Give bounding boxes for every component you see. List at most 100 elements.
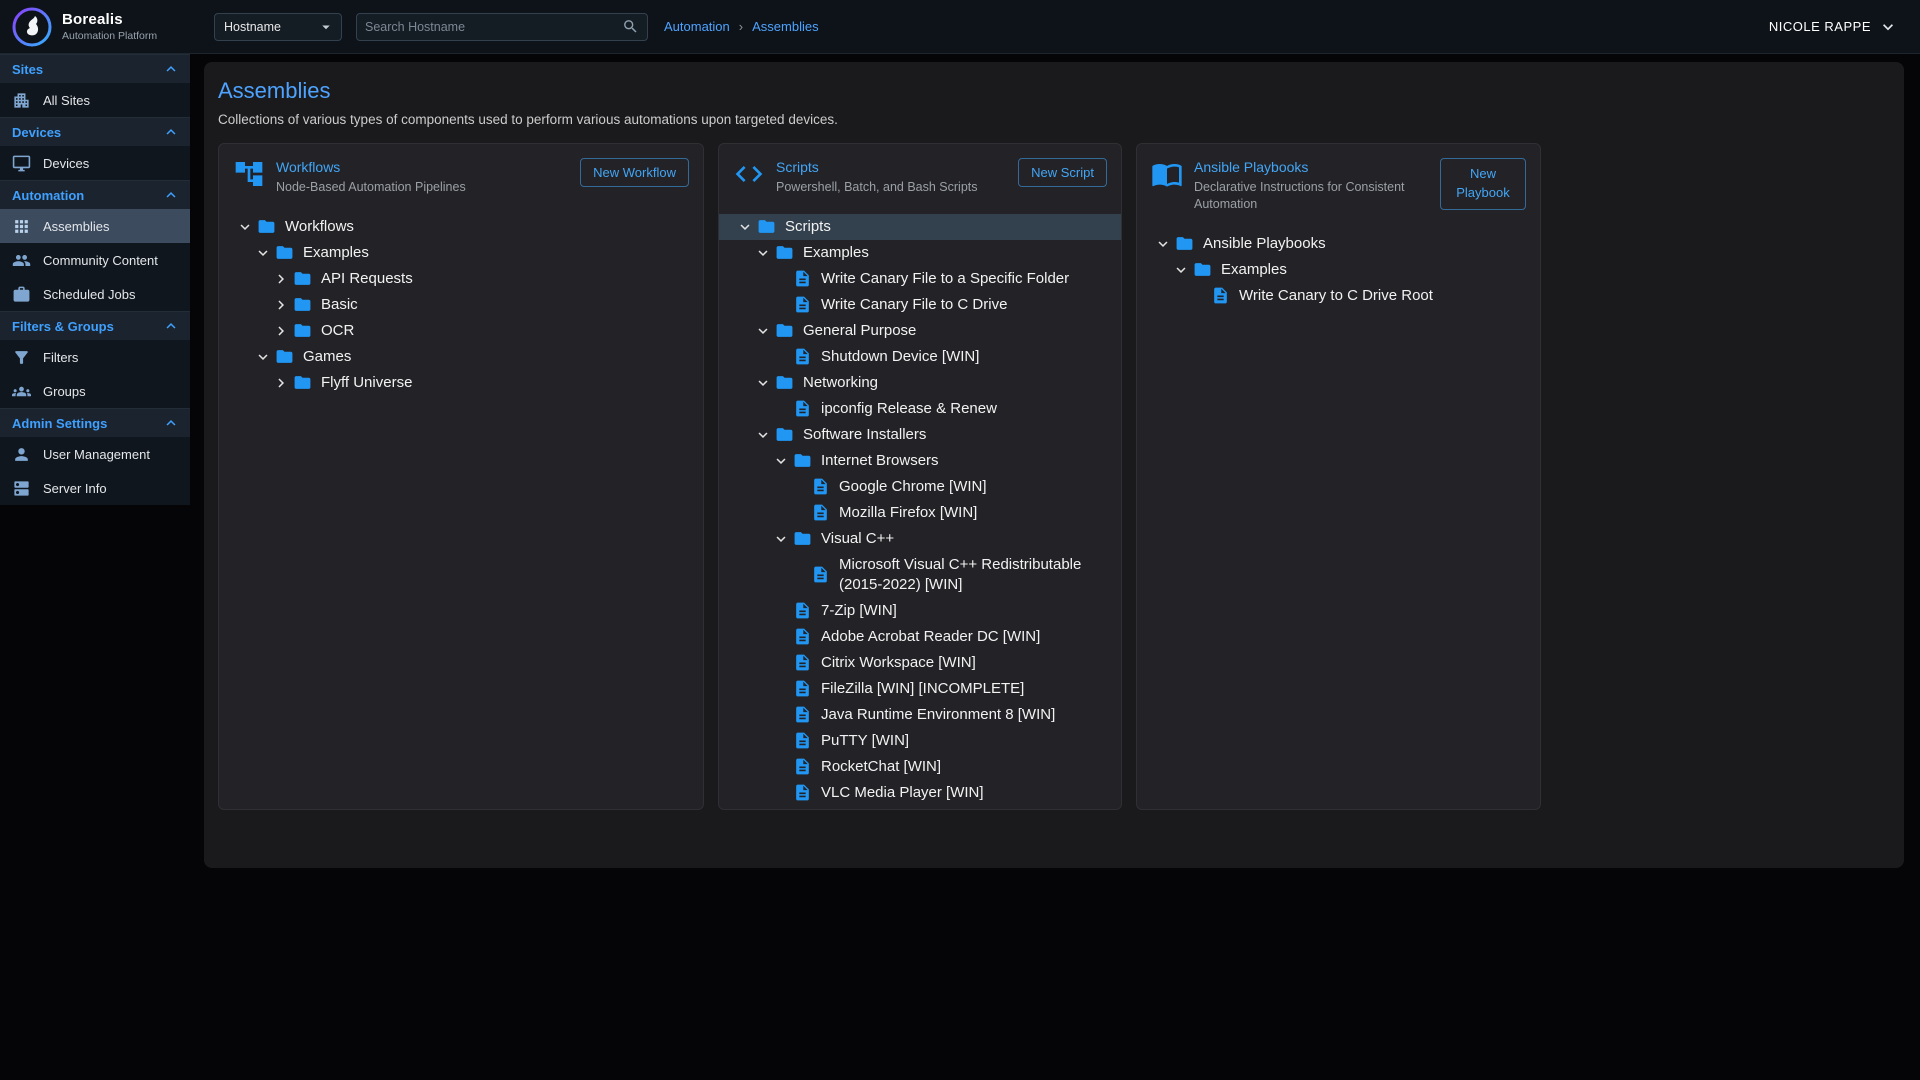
chevron-down-icon[interactable] bbox=[253, 243, 273, 263]
sidebar-item-groups[interactable]: Groups bbox=[0, 374, 190, 408]
sidebar-item-devices[interactable]: Devices bbox=[0, 146, 190, 180]
tree-item[interactable]: Workflows bbox=[219, 214, 703, 240]
page-description: Collections of various types of componen… bbox=[218, 112, 1890, 127]
sidebar-item-scheduled-jobs[interactable]: Scheduled Jobs bbox=[0, 277, 190, 311]
file-icon bbox=[793, 705, 814, 725]
chevron-spacer bbox=[771, 757, 791, 777]
chevron-down-icon[interactable] bbox=[753, 373, 773, 393]
tree-item-selected[interactable]: Scripts bbox=[719, 214, 1121, 240]
scripts-card-subtitle: Powershell, Batch, and Bash Scripts bbox=[776, 179, 1007, 196]
chevron-down-icon[interactable] bbox=[753, 425, 773, 445]
tree-item[interactable]: Flyff Universe bbox=[219, 370, 703, 396]
tree-item[interactable]: Examples bbox=[1137, 257, 1540, 283]
tree-item[interactable]: Networking bbox=[719, 370, 1121, 396]
tree-item[interactable]: Basic bbox=[219, 292, 703, 318]
tree-item[interactable]: ipconfig Release & Renew bbox=[719, 396, 1121, 422]
tree-item[interactable]: Write Canary File to C Drive bbox=[719, 292, 1121, 318]
sidebar-section-automation[interactable]: Automation bbox=[0, 180, 190, 209]
sidebar-item-community-content[interactable]: Community Content bbox=[0, 243, 190, 277]
tree-item[interactable]: Examples bbox=[219, 240, 703, 266]
folder-icon bbox=[793, 529, 814, 549]
sidebar-item-server-info[interactable]: Server Info bbox=[0, 471, 190, 505]
tree-item[interactable]: Examples bbox=[719, 240, 1121, 266]
chevron-down-icon[interactable] bbox=[1153, 234, 1173, 254]
chevron-up-icon bbox=[162, 317, 180, 335]
chevron-spacer bbox=[771, 269, 791, 289]
chevron-down-icon[interactable] bbox=[1171, 260, 1191, 280]
chevron-down-icon[interactable] bbox=[253, 347, 273, 367]
brand-tagline: Automation Platform bbox=[62, 30, 157, 42]
chevron-spacer bbox=[789, 565, 809, 585]
new-script-button[interactable]: New Script bbox=[1018, 158, 1107, 187]
tree-item[interactable]: RocketChat [WIN] bbox=[719, 754, 1121, 780]
tree-item[interactable]: PuTTY [WIN] bbox=[719, 728, 1121, 754]
chevron-down-icon[interactable] bbox=[735, 217, 755, 237]
folder-icon bbox=[257, 217, 278, 237]
tree-item[interactable]: Software Installers bbox=[719, 422, 1121, 448]
sidebar-section-sites[interactable]: Sites bbox=[0, 54, 190, 83]
tree-item[interactable]: Google Chrome [WIN] bbox=[719, 474, 1121, 500]
tree-item[interactable]: Mozilla Firefox [WIN] bbox=[719, 500, 1121, 526]
hostname-search[interactable] bbox=[356, 13, 648, 41]
breadcrumb-automation[interactable]: Automation bbox=[664, 19, 730, 34]
workflows-card-subtitle: Node-Based Automation Pipelines bbox=[276, 179, 569, 196]
brand-text: Borealis Automation Platform bbox=[62, 11, 157, 42]
tree-item[interactable]: OCR bbox=[219, 318, 703, 344]
tree-item[interactable]: FileZilla [WIN] [INCOMPLETE] bbox=[719, 676, 1121, 702]
people-icon bbox=[12, 251, 31, 270]
sidebar-section-devices[interactable]: Devices bbox=[0, 117, 190, 146]
tree-item[interactable]: Games bbox=[219, 344, 703, 370]
tree-item[interactable]: Write Canary to C Drive Root bbox=[1137, 283, 1540, 309]
sidebar: Sites All Sites Devices Devices Automati… bbox=[0, 54, 190, 505]
main-panel: Assemblies Collections of various types … bbox=[204, 62, 1904, 868]
tree-item[interactable]: Visual C++ bbox=[719, 526, 1121, 552]
sidebar-item-assemblies[interactable]: Assemblies bbox=[0, 209, 190, 243]
search-input[interactable] bbox=[365, 20, 622, 34]
tree-item[interactable]: Adobe Acrobat Reader DC [WIN] bbox=[719, 624, 1121, 650]
sidebar-item-all-sites[interactable]: All Sites bbox=[0, 83, 190, 117]
tree-item[interactable]: API Requests bbox=[219, 266, 703, 292]
new-playbook-button[interactable]: New Playbook bbox=[1440, 158, 1526, 210]
chevron-down-icon[interactable] bbox=[771, 529, 791, 549]
file-icon bbox=[811, 477, 832, 497]
playbooks-card-title: Ansible Playbooks bbox=[1194, 159, 1429, 175]
chevron-right-icon[interactable] bbox=[271, 269, 291, 289]
tree-item[interactable]: Internet Browsers bbox=[719, 448, 1121, 474]
sidebar-section-admin-settings[interactable]: Admin Settings bbox=[0, 408, 190, 437]
chevron-spacer bbox=[771, 783, 791, 803]
briefcase-icon bbox=[12, 285, 31, 304]
workflow-icon bbox=[233, 158, 265, 190]
tree-item[interactable]: Java Runtime Environment 8 [WIN] bbox=[719, 702, 1121, 728]
chevron-spacer bbox=[789, 477, 809, 497]
workflows-card-header: Workflows Node-Based Automation Pipeline… bbox=[219, 144, 703, 208]
tree-item[interactable]: Citrix Workspace [WIN] bbox=[719, 650, 1121, 676]
sidebar-item-user-management[interactable]: User Management bbox=[0, 437, 190, 471]
breadcrumb-assemblies[interactable]: Assemblies bbox=[752, 19, 818, 34]
sidebar-section-filters-groups[interactable]: Filters & Groups bbox=[0, 311, 190, 340]
user-menu[interactable]: NICOLE RAPPE bbox=[1769, 17, 1920, 37]
chevron-right-icon[interactable] bbox=[271, 295, 291, 315]
chevron-right-icon[interactable] bbox=[271, 321, 291, 341]
book-icon bbox=[1151, 158, 1183, 190]
new-workflow-button[interactable]: New Workflow bbox=[580, 158, 689, 187]
top-bar: Borealis Automation Platform Hostname Au… bbox=[0, 0, 1920, 54]
chevron-down-icon[interactable] bbox=[235, 217, 255, 237]
tree-item[interactable]: 7-Zip [WIN] bbox=[719, 598, 1121, 624]
tree-item[interactable]: General Purpose bbox=[719, 318, 1121, 344]
tree-item[interactable]: VLC Media Player [WIN] bbox=[719, 780, 1121, 806]
tree-item[interactable]: Write Canary File to a Specific Folder bbox=[719, 266, 1121, 292]
chevron-down-icon[interactable] bbox=[771, 451, 791, 471]
hostname-select[interactable]: Hostname bbox=[214, 13, 342, 41]
sidebar-item-filters[interactable]: Filters bbox=[0, 340, 190, 374]
tree-item[interactable]: Shutdown Device [WIN] bbox=[719, 344, 1121, 370]
chevron-right-icon[interactable] bbox=[271, 373, 291, 393]
chevron-down-icon[interactable] bbox=[753, 321, 773, 341]
chevron-down-icon[interactable] bbox=[753, 243, 773, 263]
scripts-card: Scripts Powershell, Batch, and Bash Scri… bbox=[718, 143, 1122, 810]
folder-icon bbox=[1193, 260, 1214, 280]
tree-item[interactable]: Microsoft Visual C++ Redistributable (20… bbox=[719, 552, 1121, 598]
scripts-card-titles: Scripts Powershell, Batch, and Bash Scri… bbox=[776, 158, 1007, 196]
tree-item[interactable]: Ansible Playbooks bbox=[1137, 231, 1540, 257]
playbooks-card: Ansible Playbooks Declarative Instructio… bbox=[1136, 143, 1541, 810]
filter-icon bbox=[12, 348, 31, 367]
